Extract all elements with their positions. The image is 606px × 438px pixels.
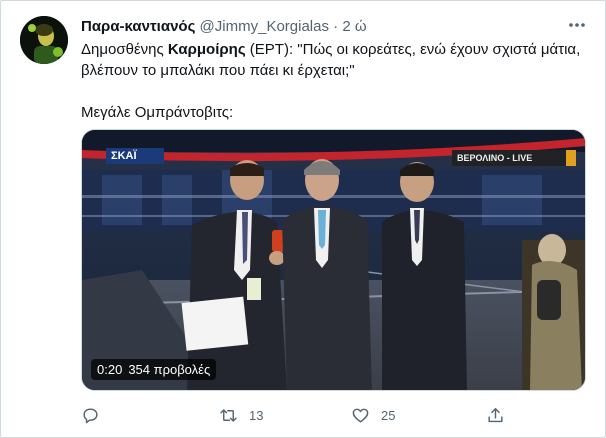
tweet-text-line-3: Μεγάλε Ομπράντοβιτς: xyxy=(81,104,234,121)
video-info-badge: 0:20 354 προβολές xyxy=(91,359,217,380)
retweet-count: 13 xyxy=(249,407,264,423)
avatar[interactable] xyxy=(20,16,68,64)
tweet-text-line-1: Δημοσθένης Καρμοίρης (ΕΡΤ): "Πώς οι κορε… xyxy=(81,41,581,58)
channel-logo: ΣΚΑΪ xyxy=(111,150,137,162)
video-views: 354 προβολές xyxy=(128,362,211,377)
location-banner: ΒΕΡΟΛΙΝΟ - LIVE xyxy=(457,153,533,163)
handle[interactable]: @Jimmy_Korgialas xyxy=(200,18,329,35)
retweet-icon xyxy=(220,408,237,422)
retweet-button[interactable]: 13 xyxy=(219,403,263,427)
tweet-text-bold: Καρμοίρης xyxy=(167,41,246,58)
display-name[interactable]: Παρα-καντιανός xyxy=(81,18,195,35)
timestamp[interactable]: 2 ώ xyxy=(342,18,366,35)
video-duration: 0:20 xyxy=(97,362,123,377)
tweet-header: Παρα-καντιανός @Jimmy_Korgialas · 2 ώ xyxy=(81,17,367,37)
share-icon xyxy=(488,407,503,422)
video-thumbnail xyxy=(82,130,585,390)
separator: · xyxy=(333,18,339,35)
tweet-card[interactable]: Παρα-καντιανός @Jimmy_Korgialas · 2 ώ Δη… xyxy=(0,0,606,438)
video-player[interactable]: ΣΚΑΪ ΒΕΡΟΛΙΝΟ - LIVE 0:20 354 προβολές xyxy=(81,129,586,391)
reply-button[interactable] xyxy=(81,403,100,427)
tweet-text: Δημοσθένης Καρμοίρης (ΕΡΤ): "Πώς οι κορε… xyxy=(81,39,591,123)
heart-icon xyxy=(352,408,369,423)
like-count: 25 xyxy=(381,407,396,423)
tweet-actions: 13 25 xyxy=(81,403,586,427)
tweet-text-line-2: βλέπουν το μπαλάκι που πάει κι έρχεται;" xyxy=(81,62,355,79)
more-options-button[interactable] xyxy=(567,15,587,35)
reply-icon xyxy=(83,407,98,423)
like-button[interactable]: 25 xyxy=(351,403,395,427)
more-icon xyxy=(569,23,585,27)
share-button[interactable] xyxy=(486,403,505,427)
